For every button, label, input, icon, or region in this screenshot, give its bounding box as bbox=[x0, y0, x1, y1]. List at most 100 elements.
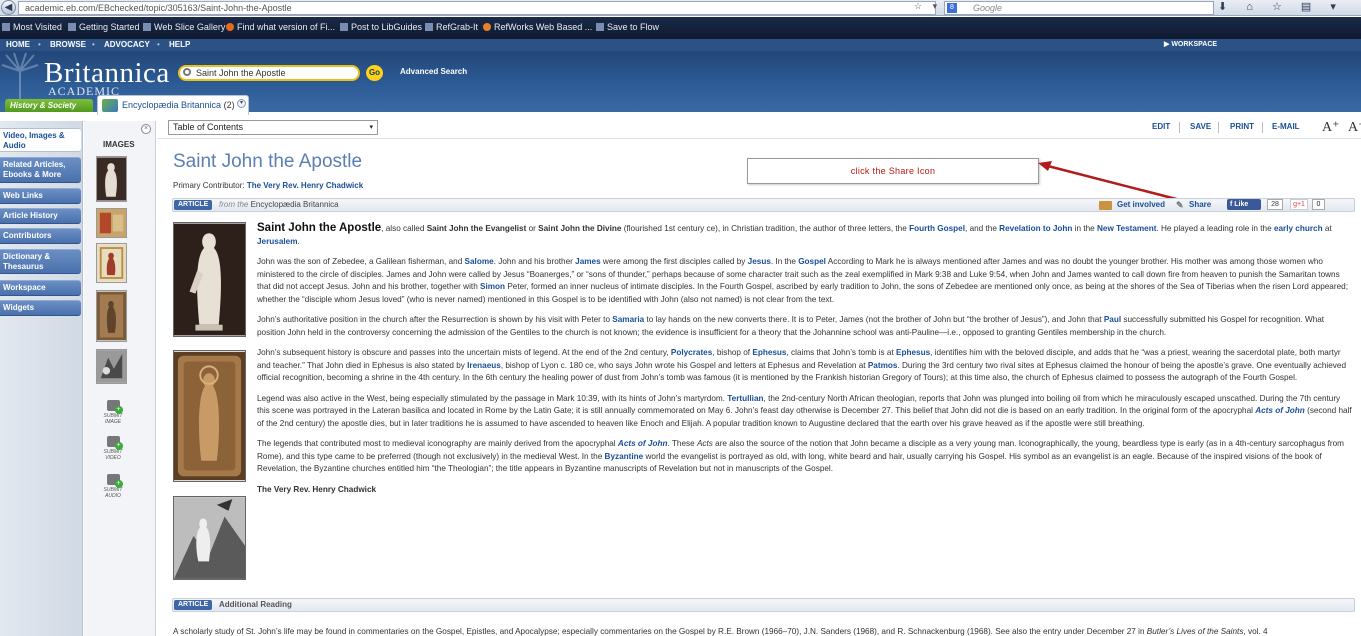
link-ephesus[interactable]: Ephesus bbox=[752, 348, 786, 357]
bookmark-most-visited[interactable]: Most Visited bbox=[2, 22, 62, 32]
thumbnail-image-4[interactable] bbox=[96, 290, 127, 342]
link-paul[interactable]: Paul bbox=[1104, 315, 1121, 324]
divider bbox=[157, 138, 1361, 139]
bookmark-icon bbox=[143, 23, 151, 31]
bookmarks-bar: Most Visited Getting Started Web Slice G… bbox=[0, 17, 1361, 39]
leftnav-related-articles[interactable]: Related Articles, Ebooks & More bbox=[0, 157, 81, 183]
google-plus-count: 0 bbox=[1312, 199, 1325, 210]
page-title: Saint John the Apostle bbox=[173, 151, 363, 172]
link-ephesus[interactable]: Ephesus bbox=[896, 348, 930, 357]
share-button[interactable]: ✎ Share bbox=[1176, 200, 1211, 210]
images-heading: IMAGES bbox=[103, 140, 135, 149]
primary-contributor: Primary Contributor: The Very Rev. Henry… bbox=[173, 181, 363, 190]
nav-home[interactable]: HOME bbox=[6, 40, 30, 49]
additional-reading-bar: ARTICLE Additional Reading bbox=[172, 598, 1355, 612]
link-fourth-gospel[interactable]: Fourth Gospel bbox=[909, 224, 965, 233]
bookmark-refworks[interactable]: RefWorks Web Based ... bbox=[483, 22, 592, 32]
save-button[interactable]: SAVE bbox=[1190, 122, 1211, 131]
nav-help[interactable]: HELP bbox=[169, 40, 190, 49]
search-input[interactable]: Saint John the Apostle bbox=[178, 65, 360, 81]
leftnav-video-images-audio[interactable]: Video, Images & Audio bbox=[0, 128, 81, 152]
leftnav-article-history[interactable]: Article History bbox=[0, 208, 81, 224]
bookmark-icon bbox=[340, 23, 348, 31]
link-acts-of-john[interactable]: Acts of John bbox=[618, 439, 668, 448]
tab-history-society[interactable]: History & Society bbox=[5, 99, 93, 112]
nav-advocacy[interactable]: ADVOCACY bbox=[104, 40, 150, 49]
address-bar[interactable]: academic.eb.com/EBchecked/topic/305163/S… bbox=[18, 1, 936, 15]
tab-eb-count: (2) bbox=[223, 100, 235, 110]
link-irenaeus[interactable]: Irenaeus bbox=[467, 361, 501, 370]
bookmark-refgrab[interactable]: RefGrab-It bbox=[425, 22, 478, 32]
thumbnail-image-1[interactable] bbox=[96, 156, 127, 202]
advanced-search-link[interactable]: Advanced Search bbox=[400, 67, 467, 76]
close-icon[interactable]: × bbox=[141, 124, 151, 134]
link-byzantine[interactable]: Byzantine bbox=[605, 452, 644, 461]
leftnav-contributors[interactable]: Contributors bbox=[0, 228, 81, 244]
submit-audio-button[interactable]: SUBMIT AUDIO bbox=[100, 474, 126, 499]
bookmark-firefox-version[interactable]: Find what version of Fi... bbox=[226, 22, 335, 32]
print-button[interactable]: PRINT bbox=[1230, 122, 1254, 131]
paragraph: Legend was also active in the West, bein… bbox=[257, 393, 1352, 428]
decrease-font-button[interactable]: A⁻ bbox=[1348, 119, 1361, 136]
contributor-link[interactable]: The Very Rev. Henry Chadwick bbox=[247, 181, 363, 190]
go-button[interactable]: Go bbox=[366, 65, 383, 81]
submit-video-button[interactable]: SUBMIT VIDEO bbox=[100, 436, 126, 461]
thumbnail-image-2[interactable] bbox=[96, 208, 127, 238]
paragraph: John’s authoritative position in the chu… bbox=[257, 315, 1325, 337]
link-acts-of-john[interactable]: Acts of John bbox=[1255, 406, 1305, 415]
chevron-down-icon[interactable]: ▾ bbox=[237, 99, 246, 108]
bookmark-icon bbox=[596, 23, 604, 31]
increase-font-button[interactable]: A⁺ bbox=[1322, 119, 1340, 136]
get-involved-link[interactable]: Get involved bbox=[1099, 200, 1165, 210]
author-signature: The Very Rev. Henry Chadwick bbox=[257, 484, 377, 494]
figure-engraving-image[interactable] bbox=[173, 496, 246, 580]
thumbnail-image-3[interactable] bbox=[96, 243, 127, 283]
leftnav-dictionary-thesaurus[interactable]: Dictionary & Thesaurus bbox=[0, 249, 81, 274]
link-samaria[interactable]: Samaria bbox=[612, 315, 644, 324]
figure-ivory-panel-image[interactable] bbox=[173, 350, 246, 482]
thumbnail-image-5[interactable] bbox=[96, 349, 127, 384]
envelope-icon bbox=[1099, 201, 1112, 210]
link-new-testament[interactable]: New Testament bbox=[1097, 224, 1156, 233]
bookmark-save-to-flow[interactable]: Save to Flow bbox=[596, 22, 659, 32]
bookmark-web-slice-gallery[interactable]: Web Slice Gallery bbox=[143, 22, 225, 32]
browser-toolbar: ◀ academic.eb.com/EBchecked/topic/305163… bbox=[0, 0, 1361, 16]
nav-separator: • bbox=[157, 40, 160, 49]
link-tertullian[interactable]: Tertullian bbox=[727, 394, 763, 403]
back-button[interactable]: ◀ bbox=[1, 0, 16, 15]
source-name: Encyclopædia Britannica bbox=[250, 200, 339, 209]
link-polycrates[interactable]: Polycrates bbox=[671, 348, 712, 357]
google-plus-button[interactable]: g+1 bbox=[1290, 199, 1308, 210]
article-body: Saint John the Apostle, also called Sain… bbox=[257, 222, 1354, 504]
table-of-contents-select[interactable]: Table of Contents ▾ bbox=[168, 120, 378, 135]
browser-search-input[interactable]: 8 Google bbox=[944, 1, 1214, 15]
edit-button[interactable]: EDIT bbox=[1152, 122, 1170, 131]
link-jerusalem[interactable]: Jerusalem bbox=[257, 237, 298, 246]
toolbar-divider bbox=[1262, 122, 1263, 133]
bookmark-icon bbox=[68, 23, 76, 31]
facebook-like-button[interactable]: f Like bbox=[1227, 199, 1261, 210]
link-patmos[interactable]: Patmos bbox=[868, 361, 898, 370]
link-james[interactable]: James bbox=[575, 257, 601, 266]
submit-image-button[interactable]: SUBMIT IMAGE bbox=[100, 400, 126, 425]
bookmark-getting-started[interactable]: Getting Started bbox=[68, 22, 140, 32]
workspace-link[interactable]: ▶ WORKSPACE bbox=[1164, 40, 1217, 48]
nav-browse[interactable]: BROWSE bbox=[50, 40, 86, 49]
email-button[interactable]: E-MAIL bbox=[1272, 122, 1300, 131]
tab-encyclopaedia-britannica[interactable]: Encyclopædia Britannica (2) ▾ bbox=[97, 95, 249, 115]
link-revelation[interactable]: Revelation to John bbox=[999, 224, 1072, 233]
figure-statue-image[interactable] bbox=[173, 222, 246, 337]
nav-separator: • bbox=[38, 40, 41, 49]
link-gospel[interactable]: Gospel bbox=[798, 257, 826, 266]
leftnav-widgets[interactable]: Widgets bbox=[0, 300, 81, 316]
speaker-icon bbox=[106, 474, 123, 488]
leftnav-workspace[interactable]: Workspace bbox=[0, 280, 81, 296]
annotation-callout: click the Share Icon bbox=[747, 158, 1039, 184]
link-early-church[interactable]: early church bbox=[1274, 224, 1323, 233]
bookmark-libguides[interactable]: Post to LibGuides bbox=[340, 22, 422, 32]
browser-tool-icons[interactable]: ⬇ ⌂ ☆ ▤ ▾ bbox=[1218, 0, 1344, 13]
link-simon[interactable]: Simon bbox=[480, 282, 505, 291]
link-salome[interactable]: Salome bbox=[465, 257, 494, 266]
link-jesus[interactable]: Jesus bbox=[748, 257, 771, 266]
leftnav-web-links[interactable]: Web Links bbox=[0, 188, 81, 204]
